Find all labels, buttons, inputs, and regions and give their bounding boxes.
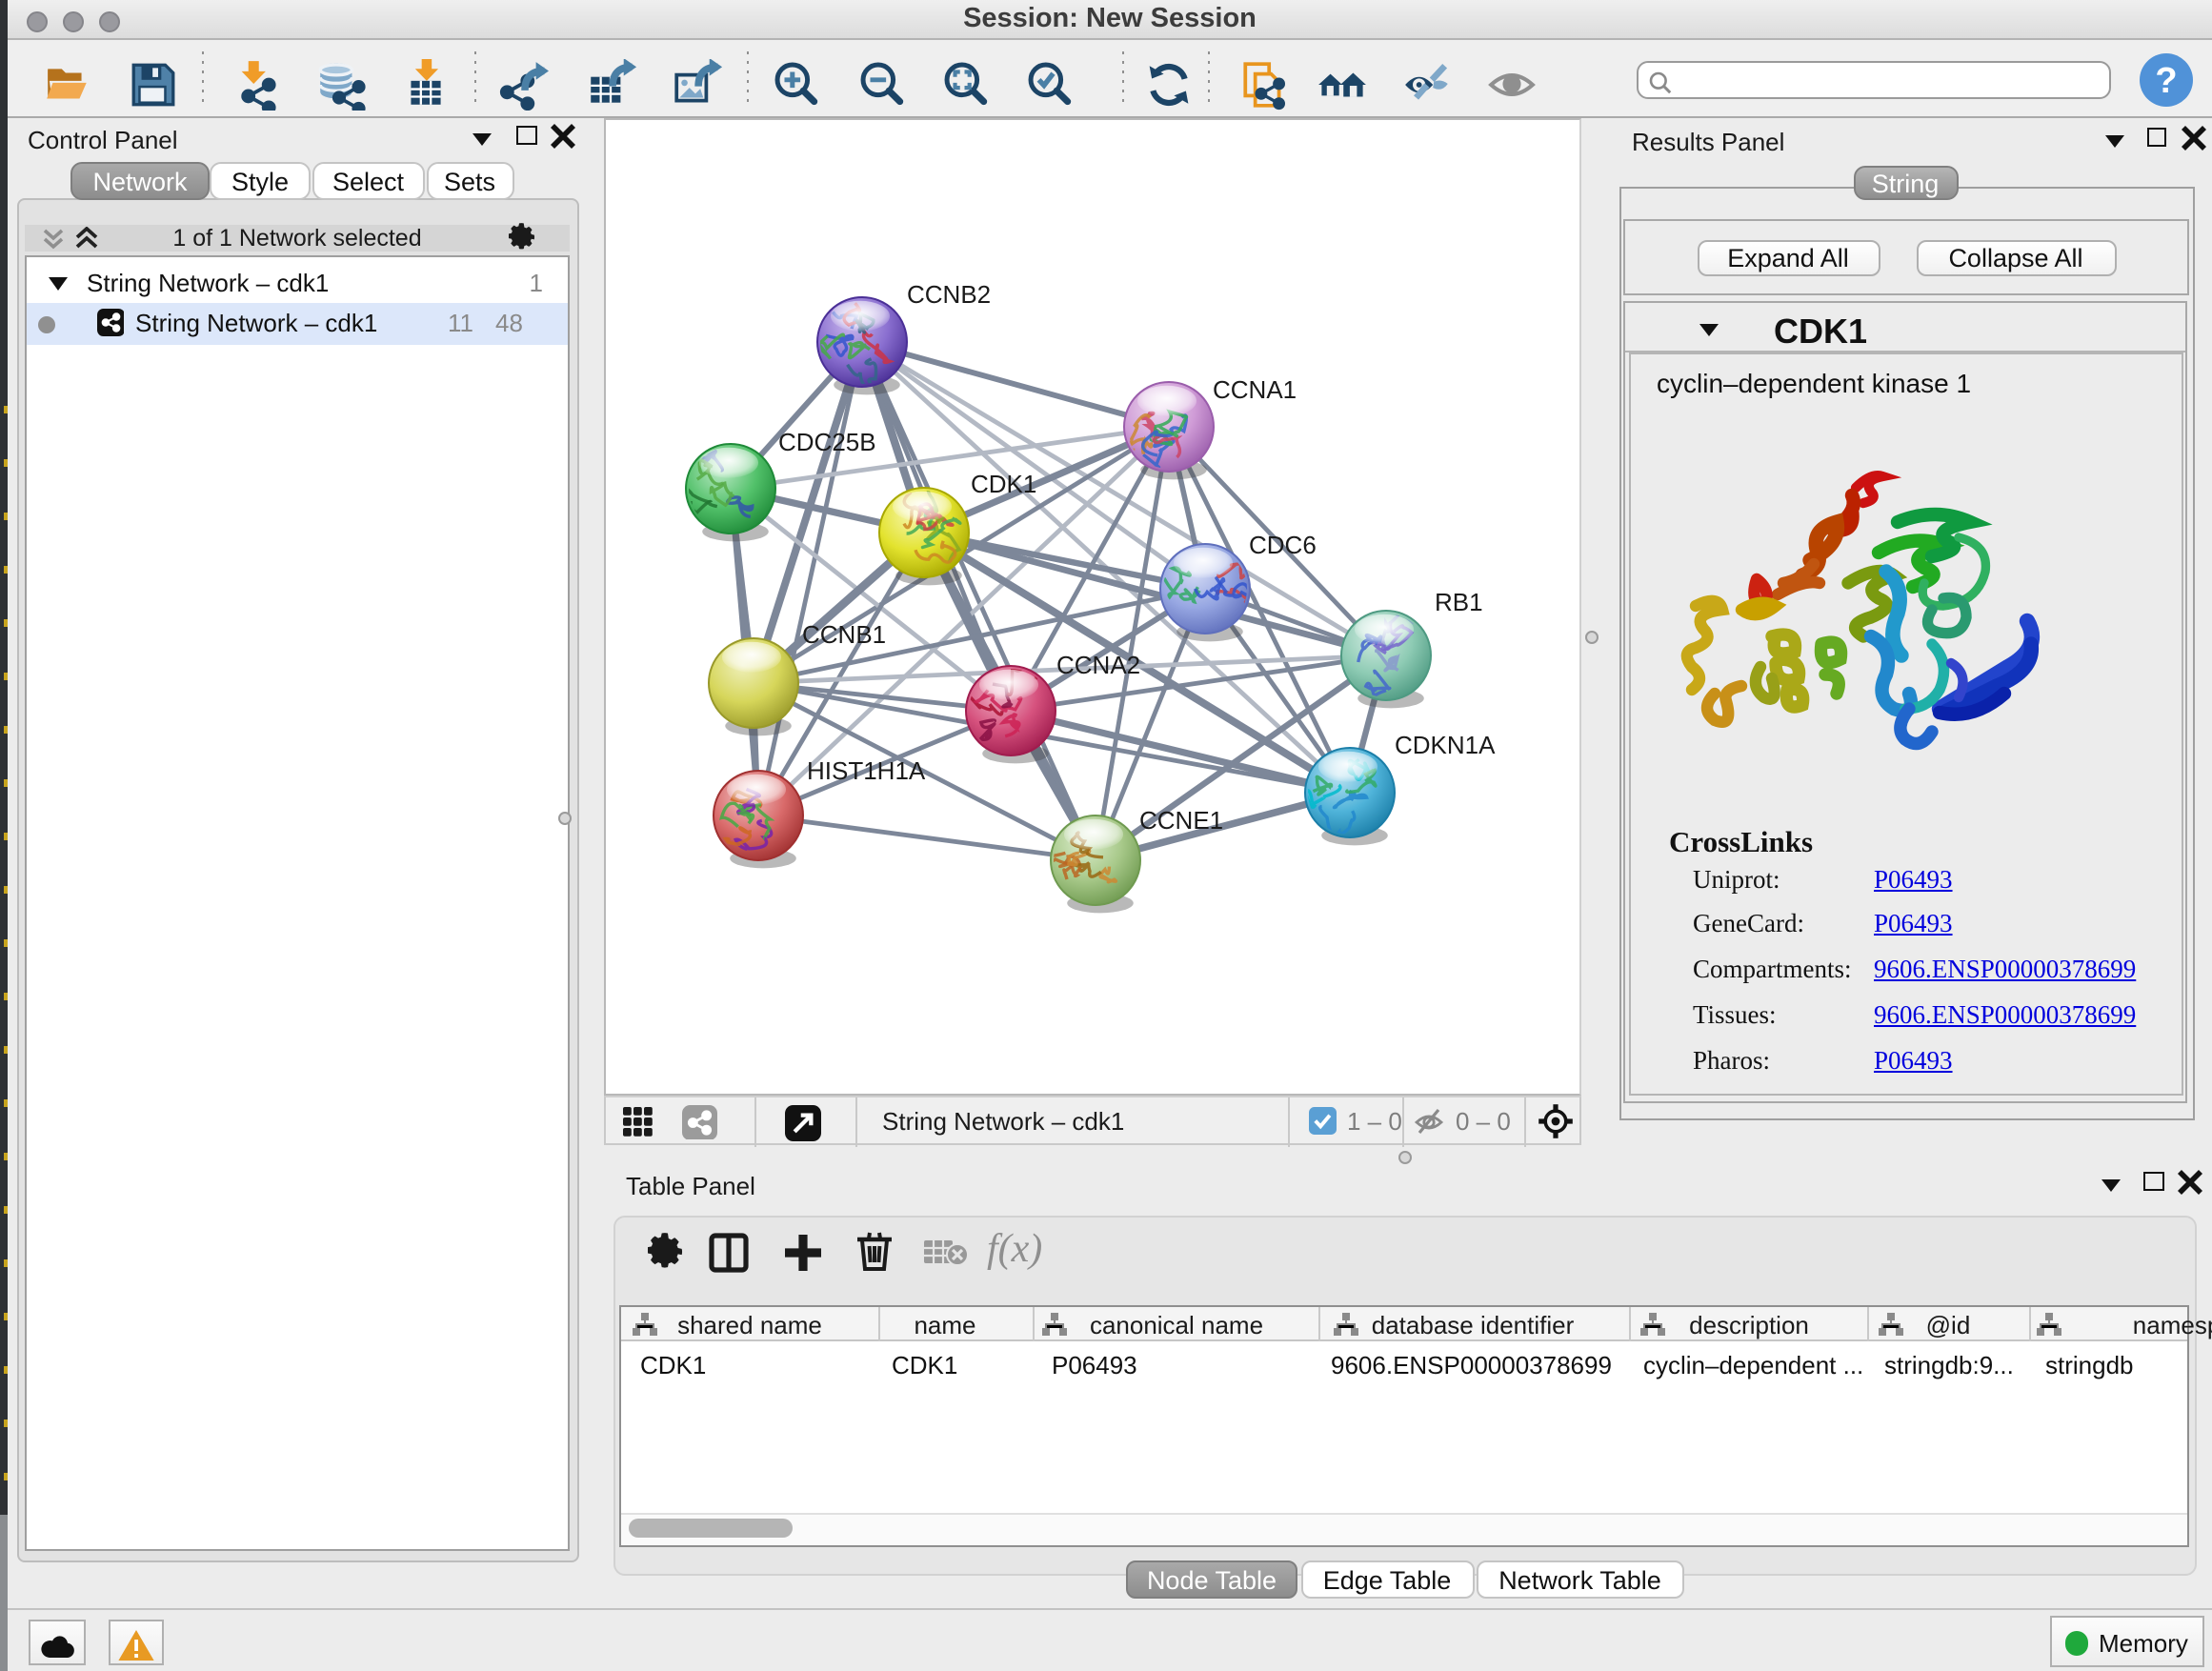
svg-text:CDK1: CDK1 [971,470,1036,498]
svg-text:CCNB2: CCNB2 [907,280,991,309]
svg-text:CCNE1: CCNE1 [1139,806,1223,835]
svg-text:CCNA1: CCNA1 [1213,375,1297,404]
svg-text:RB1: RB1 [1435,588,1483,616]
svg-text:CCNB1: CCNB1 [802,620,886,649]
svg-text:CDC6: CDC6 [1249,531,1317,559]
svg-text:CDC25B: CDC25B [778,428,876,456]
svg-text:?: ? [2155,61,2177,101]
svg-text:CDKN1A: CDKN1A [1395,731,1496,759]
svg-text:HIST1H1A: HIST1H1A [807,756,926,785]
svg-text:CCNA2: CCNA2 [1056,651,1140,679]
